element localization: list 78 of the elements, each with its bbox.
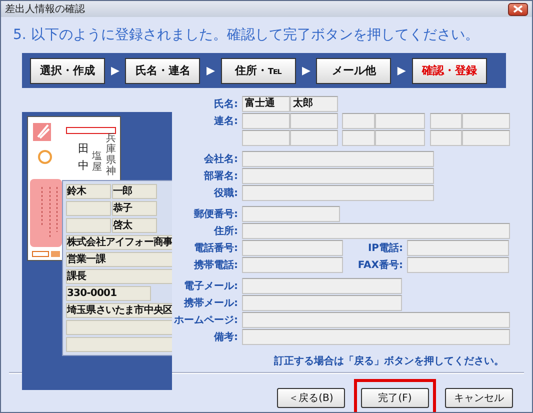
entry-field: 株式会社アイフォー商事 — [66, 235, 172, 250]
card-marks-drawing — [32, 251, 60, 257]
input-field[interactable] — [242, 130, 290, 146]
step-tab[interactable]: 選択・作成 — [30, 58, 105, 84]
entry-field: 330-0001 — [66, 286, 151, 301]
input-field[interactable] — [242, 223, 510, 239]
field-label: 役職: — [212, 186, 239, 200]
step-arrow: ▶ — [302, 64, 310, 77]
input-field[interactable] — [242, 206, 340, 222]
entry-field: 一郎 — [112, 184, 157, 199]
entry-field: 恭子 — [112, 201, 157, 216]
input-field[interactable] — [242, 295, 402, 311]
input-field[interactable] — [290, 113, 338, 129]
instruction-heading: 5. 以下のように登録されました。確認して完了ボタンを押してください。 — [13, 26, 480, 45]
input-field[interactable] — [242, 113, 290, 129]
step-arrow: ▶ — [206, 64, 215, 77]
field-label: 会社名: — [203, 152, 239, 166]
recipient-address: 兵庫県神 — [106, 133, 116, 177]
field-label: 電子メール: — [183, 280, 239, 293]
entry-field: 埼玉県さいたま市中央区 — [66, 303, 172, 318]
field-label: 住所: — [212, 224, 239, 238]
input-field[interactable] — [375, 113, 425, 129]
field-label: 連名: — [213, 114, 239, 128]
input-field[interactable] — [342, 130, 375, 146]
entry-field — [66, 201, 111, 216]
entry-field: 営業一課 — [66, 252, 172, 267]
input-field[interactable] — [462, 113, 510, 129]
field-label: FAX番号: — [356, 258, 404, 272]
step-tab[interactable]: 確認・登録 — [412, 58, 487, 84]
input-field[interactable] — [242, 329, 510, 345]
field-label: 部署名: — [202, 170, 239, 183]
input-field[interactable] — [407, 257, 509, 273]
field-label: 携帯メール: — [182, 296, 239, 310]
input-field[interactable] — [342, 113, 375, 129]
entry-field: 課長 — [66, 269, 172, 284]
dialog-button[interactable]: 完了(F) — [361, 388, 429, 408]
field-label: 携帯電話: — [192, 258, 239, 272]
input-field[interactable] — [430, 113, 462, 129]
field-label: 電話番号: — [193, 242, 239, 255]
stamp-icon — [33, 123, 51, 141]
step-tab[interactable]: メール他 — [316, 58, 392, 84]
field-label: IP電話: — [366, 242, 404, 255]
input-field[interactable] — [430, 130, 462, 146]
input-field[interactable] — [242, 312, 510, 328]
step-tab[interactable]: 住所・℡ — [220, 58, 296, 84]
name-field: 太郎 — [290, 96, 338, 112]
entry-field: 啓太 — [112, 218, 157, 233]
input-field[interactable] — [242, 257, 343, 273]
step-arrow: ▶ — [397, 64, 406, 77]
entry-field: 鈴木 — [66, 184, 111, 199]
close-button[interactable] — [508, 2, 528, 16]
dialog-button[interactable]: キャンセル — [445, 388, 513, 408]
input-field[interactable] — [242, 151, 434, 167]
seal-icon — [38, 150, 52, 164]
input-field[interactable] — [290, 130, 338, 146]
input-field[interactable] — [242, 185, 434, 201]
dialog-button[interactable]: ＜戻る(B) — [277, 388, 345, 408]
correction-note: 訂正する場合は「戻る」ボタンを押してください。 — [274, 354, 504, 368]
step-arrow: ▶ — [111, 64, 120, 77]
close-icon — [513, 5, 523, 13]
window-title: 差出人情報の確認 — [5, 2, 85, 16]
input-field[interactable] — [242, 278, 402, 294]
input-field[interactable] — [375, 130, 425, 146]
input-field[interactable] — [242, 168, 434, 184]
input-field[interactable] — [462, 130, 510, 146]
field-label: 備考: — [212, 330, 239, 344]
step-tab[interactable]: 氏名・連名 — [125, 58, 200, 84]
input-field[interactable] — [407, 240, 509, 256]
input-field[interactable] — [242, 240, 343, 256]
field-label: 氏名: — [213, 98, 239, 111]
name-field: 富士通 — [242, 96, 290, 112]
entry-field — [66, 218, 111, 233]
field-label: 郵便番号: — [192, 208, 239, 221]
recipient-address: 塩屋 — [92, 151, 102, 173]
sender-area-drawing — [30, 179, 62, 247]
field-label: ホームページ: — [173, 314, 239, 327]
postal-code-boxes — [66, 127, 116, 134]
recipient-name: 田中 — [78, 141, 89, 174]
